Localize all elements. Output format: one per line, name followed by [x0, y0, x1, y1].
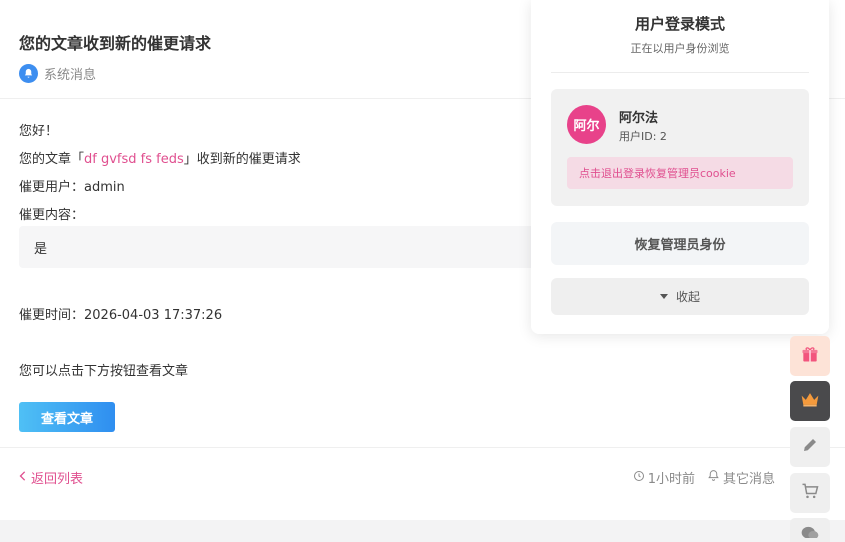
caret-down-icon [659, 294, 668, 299]
cart-button[interactable] [790, 473, 830, 513]
bell-icon [19, 63, 38, 83]
time-ago: 1小时前 [633, 468, 695, 487]
message-source-label: 系统消息 [44, 67, 97, 83]
wechat-button[interactable] [790, 518, 830, 542]
collapse-button[interactable]: 收起 [551, 278, 809, 315]
message-title: 您的文章收到新的催更请求 [19, 34, 212, 53]
urge-time-line: 催更时间：2026-04-03 17:37:26 [19, 308, 223, 323]
gift-icon [800, 344, 820, 368]
urge-user-line: 催更用户：admin [19, 180, 125, 195]
cart-icon [800, 481, 820, 505]
user-login-panel: 用户登录模式 正在以用户身份浏览 阿尔 阿尔法 用户ID: 2 点击退出登录恢复… [531, 0, 829, 334]
gift-button[interactable] [790, 336, 830, 376]
urge-content-box: 是 [19, 226, 539, 268]
user-name: 阿尔法 [619, 111, 659, 126]
crown-icon [800, 390, 820, 412]
clock-icon [633, 470, 645, 486]
back-to-list-link[interactable]: 返回列表 [19, 468, 83, 487]
restore-admin-button[interactable]: 恢复管理员身份 [551, 222, 809, 265]
wechat-icon [800, 523, 820, 542]
pencil-icon [801, 436, 819, 458]
message-source: 系统消息 [19, 63, 96, 83]
login-panel-subtitle: 正在以用户身份浏览 [630, 42, 730, 55]
avatar: 阿尔 [567, 105, 606, 144]
greeting: 您好！ [19, 124, 59, 139]
view-article-button[interactable]: 查看文章 [19, 402, 115, 432]
bell-outline-icon [707, 469, 720, 486]
write-button[interactable] [790, 427, 830, 467]
urge-time-value: 2026-04-03 17:37:26 [84, 308, 223, 323]
logout-restore-cookie-button[interactable]: 点击退出登录恢复管理员cookie [567, 157, 793, 189]
vip-button[interactable] [790, 381, 830, 421]
divider [0, 447, 845, 448]
urge-user-value: admin [84, 180, 125, 195]
other-messages-link[interactable]: 其它消息 [707, 468, 775, 487]
article-line: 您的文章「df gvfsd fs feds」收到新的催更请求 [19, 152, 301, 167]
view-hint: 您可以点击下方按钮查看文章 [19, 364, 189, 379]
login-panel-title: 用户登录模式 [634, 15, 725, 33]
user-info-box: 阿尔 阿尔法 用户ID: 2 点击退出登录恢复管理员cookie [551, 89, 809, 206]
user-id: 用户ID: 2 [619, 130, 667, 143]
message-meta: 1小时前 其它消息 [633, 468, 775, 487]
chevron-left-icon [19, 470, 27, 485]
divider [551, 72, 809, 73]
article-link[interactable]: df gvfsd fs feds [84, 152, 184, 167]
urge-content-value: 是 [34, 241, 48, 257]
urge-content-label: 催更内容： [19, 208, 85, 223]
